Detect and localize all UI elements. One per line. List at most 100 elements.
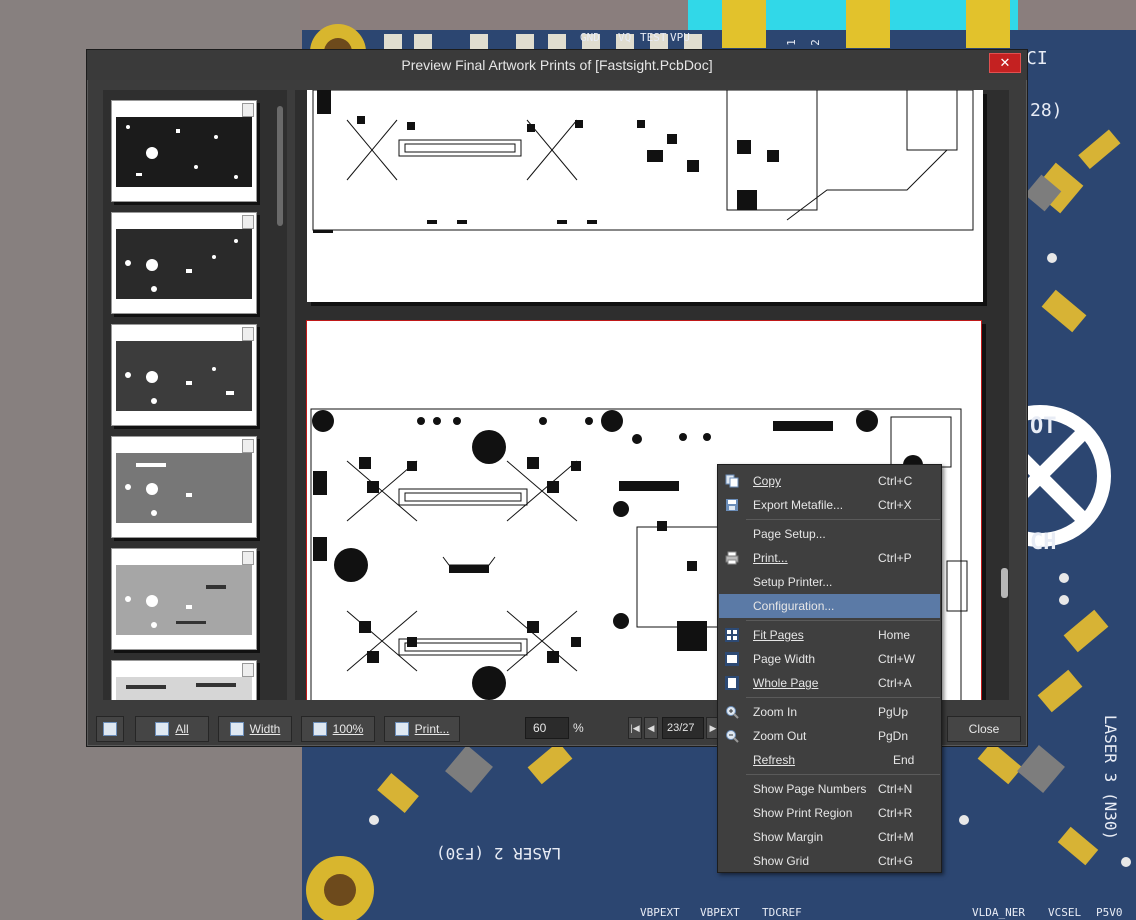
thumbnails-toggle-button[interactable] bbox=[96, 716, 124, 742]
fit-pages-icon bbox=[725, 628, 739, 642]
menu-shortcut: Home bbox=[878, 628, 911, 642]
menu-label: Show Page Numbers bbox=[753, 782, 867, 796]
menu-item-show-print-region[interactable]: Show Print Region Ctrl+R bbox=[719, 801, 940, 825]
fit-width-button[interactable]: Width bbox=[218, 716, 292, 742]
menu-shortcut: PgDn bbox=[878, 729, 909, 743]
zoom-100-icon bbox=[312, 722, 327, 736]
fit-all-icon bbox=[155, 722, 170, 736]
menu-separator bbox=[746, 620, 940, 621]
silk-vbpext-1: VBPEXT bbox=[640, 906, 680, 919]
menu-item-copy[interactable]: Copy Ctrl+C bbox=[719, 469, 940, 493]
menu-item-zoom-out[interactable]: Zoom Out PgDn bbox=[719, 724, 940, 748]
menu-item-refresh[interactable]: Refresh End bbox=[719, 748, 940, 772]
menu-item-print[interactable]: Print... Ctrl+P bbox=[719, 546, 940, 570]
print-button[interactable]: Print... bbox=[384, 716, 460, 742]
preview-page[interactable] bbox=[307, 90, 983, 302]
copy-icon bbox=[725, 474, 739, 488]
menu-item-zoom-in[interactable]: Zoom In PgUp bbox=[719, 700, 940, 724]
zoom-in-icon bbox=[726, 706, 739, 719]
thumbnail-page[interactable] bbox=[111, 436, 257, 538]
silk-test: TEST bbox=[640, 31, 667, 44]
page-icon bbox=[242, 327, 254, 341]
silk-ci: CI bbox=[1026, 48, 1048, 69]
menu-label: Configuration... bbox=[753, 599, 835, 613]
menu-item-export-metafile[interactable]: Export Metafile... Ctrl+X bbox=[719, 493, 940, 517]
menu-label: Show Margin bbox=[753, 830, 824, 844]
menu-label: Setup Printer... bbox=[753, 575, 833, 589]
pcb-artwork bbox=[312, 90, 974, 233]
menu-item-whole-page[interactable]: Whole Page Ctrl+A bbox=[719, 671, 940, 695]
menu-item-setup-printer[interactable]: Setup Printer... bbox=[719, 570, 940, 594]
menu-label: Zoom In bbox=[753, 705, 798, 719]
menu-separator bbox=[746, 697, 940, 698]
thumbnail-page[interactable] bbox=[111, 100, 257, 202]
thumbnail-panel[interactable] bbox=[103, 90, 287, 700]
silk-laser3: LASER 3 (N30) bbox=[1101, 714, 1121, 841]
thumbnail-page[interactable] bbox=[111, 212, 257, 314]
preview-scrollbar[interactable] bbox=[999, 90, 1013, 700]
silk-tdcref: TDCREF bbox=[762, 906, 802, 919]
title-bar[interactable]: Preview Final Artwork Prints of [Fastsig… bbox=[87, 50, 1027, 80]
menu-item-show-page-numbers[interactable]: Show Page Numbers Ctrl+N bbox=[719, 777, 940, 801]
fit-all-label: All bbox=[175, 722, 189, 736]
prev-page-button[interactable]: ◀ bbox=[644, 717, 658, 739]
menu-label: Fit Pages bbox=[753, 628, 804, 642]
menu-separator bbox=[746, 774, 940, 775]
zoom-input[interactable]: 60 bbox=[525, 717, 569, 739]
thumbnail-page[interactable] bbox=[111, 324, 257, 426]
whole-page-icon bbox=[725, 676, 739, 690]
thumbnail-board bbox=[116, 117, 252, 187]
menu-label: Refresh bbox=[753, 753, 796, 767]
page-icon bbox=[242, 439, 254, 453]
zoom-100-button[interactable]: 100% bbox=[301, 716, 375, 742]
save-icon bbox=[726, 499, 738, 511]
close-button[interactable]: Close bbox=[947, 716, 1021, 742]
fit-width-label: Width bbox=[249, 722, 281, 736]
printer-icon bbox=[394, 722, 409, 736]
silk-vlda-ner: VLDA_NER bbox=[972, 906, 1025, 919]
thumbnail-page[interactable] bbox=[111, 548, 257, 650]
menu-label: Show Print Region bbox=[753, 806, 853, 820]
menu-shortcut: End bbox=[893, 753, 915, 767]
thumbnail-scroll-thumb[interactable] bbox=[277, 106, 283, 226]
silk-gnd: GND bbox=[580, 31, 600, 44]
fit-all-button[interactable]: All bbox=[135, 716, 209, 742]
menu-item-page-setup[interactable]: Page Setup... bbox=[719, 522, 940, 546]
window-close-button[interactable]: ✕ bbox=[989, 53, 1021, 73]
menu-item-fit-pages[interactable]: Fit Pages Home bbox=[719, 623, 940, 647]
menu-item-show-margin[interactable]: Show Margin Ctrl+M bbox=[719, 825, 940, 849]
menu-label: Print... bbox=[753, 551, 788, 565]
context-menu: Copy Ctrl+C Export Metafile... Ctrl+X Pa… bbox=[717, 464, 942, 873]
menu-label: Page Setup... bbox=[753, 527, 826, 541]
menu-shortcut: Ctrl+X bbox=[878, 498, 912, 512]
silk-p5v0: P5V0 bbox=[1096, 906, 1123, 919]
silk-vpu: VPU bbox=[670, 31, 690, 44]
menu-shortcut: Ctrl+N bbox=[878, 782, 913, 796]
zoom-unit-label: % bbox=[573, 721, 584, 735]
menu-item-page-width[interactable]: Page Width Ctrl+W bbox=[719, 647, 940, 671]
page-icon bbox=[242, 551, 254, 565]
thumbnail-board bbox=[116, 453, 252, 523]
zoom-100-label: 100% bbox=[332, 722, 364, 736]
silk-ch: CH bbox=[1030, 530, 1057, 555]
menu-shortcut: Ctrl+R bbox=[878, 806, 913, 820]
silk-vcsel: VCSEL bbox=[1048, 906, 1082, 919]
thumbnail-page[interactable] bbox=[111, 660, 257, 700]
silk-vbpext-2: VBPEXT bbox=[700, 906, 740, 919]
preview-scroll-thumb[interactable] bbox=[1001, 568, 1008, 598]
menu-item-configuration[interactable]: Configuration... bbox=[719, 594, 940, 618]
menu-separator bbox=[746, 519, 940, 520]
thumbnails-icon bbox=[103, 722, 117, 736]
print-label: Print... bbox=[414, 722, 450, 736]
thumbnail-board bbox=[116, 341, 252, 411]
menu-label: Zoom Out bbox=[753, 729, 807, 743]
page-indicator[interactable]: 23/27 bbox=[662, 717, 704, 739]
menu-label: Export Metafile... bbox=[753, 498, 844, 512]
fit-width-icon bbox=[229, 722, 244, 736]
window-title: Preview Final Artwork Prints of [Fastsig… bbox=[401, 57, 713, 73]
first-page-button[interactable]: |◀ bbox=[628, 717, 642, 739]
menu-shortcut: Ctrl+M bbox=[878, 830, 914, 844]
menu-item-show-grid[interactable]: Show Grid Ctrl+G bbox=[719, 849, 940, 873]
thumbnail-board bbox=[116, 565, 252, 635]
silk-28: 28) bbox=[1030, 100, 1063, 121]
